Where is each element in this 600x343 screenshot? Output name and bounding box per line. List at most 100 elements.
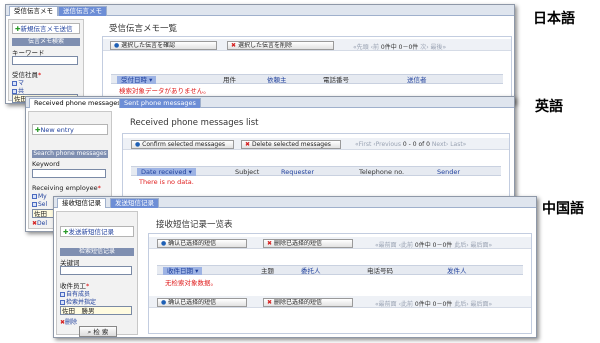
action-toolbar: ● 選択した伝言を確認 ✖ 選択した伝言を削除 «先頭 ‹前 0件中 0－0件 … <box>103 39 511 51</box>
delete-link[interactable]: ✖删除 <box>60 317 77 326</box>
search-header: 伝言メモ検索 <box>12 38 80 46</box>
pager-prev[interactable]: ‹前 <box>371 44 379 51</box>
pagination: «First ‹Previous 0 - 0 of 0 Next› Last» <box>355 141 466 148</box>
pager-info: 0件中 0－0件 <box>414 242 453 249</box>
tab-received[interactable]: 受信伝言メモ <box>9 6 58 16</box>
tab-sent[interactable]: 发送短信记录 <box>110 198 159 208</box>
keyword-input[interactable] <box>32 169 106 178</box>
action-toolbar: ● Confirm selected messages ✖ Delete sel… <box>123 138 509 150</box>
column-phone: 電話番号 <box>323 76 349 84</box>
recv-option-2[interactable]: 检索并指定 <box>60 297 96 306</box>
column-phone: Telephone no. <box>359 168 405 176</box>
pager-info: 0 - 0 of 0 <box>402 141 430 148</box>
pager-next[interactable]: 次› <box>420 44 428 51</box>
tab-bar: 受信伝言メモ 送信伝言メモ <box>6 5 514 16</box>
tab-received[interactable]: Received phone messages <box>29 98 126 108</box>
sidebar: ✚新規伝言メモ送信 伝言メモ検索 キーワード 受信社員* マ 共 佐田 ✖削 <box>8 19 84 103</box>
window-japanese: 受信伝言メモ 送信伝言メモ ✚新規伝言メモ送信 伝言メモ検索 キーワード 受信社… <box>5 4 515 104</box>
column-subject: 用件 <box>223 76 236 84</box>
column-subject: Subject <box>235 168 260 176</box>
confirm-icon: ● <box>135 141 141 148</box>
search-icon: ⌕ <box>87 328 92 336</box>
pager-last[interactable]: Last» <box>450 141 466 148</box>
delete-selected-button-bottom[interactable]: ✖ 删除已选择的短信 <box>263 298 353 307</box>
page-title: 受信伝言メモ一覧 <box>109 24 178 34</box>
column-subject: 主题 <box>261 267 274 275</box>
keyword-label: Keyword <box>32 160 60 168</box>
tab-sent[interactable]: 送信伝言メモ <box>58 6 107 16</box>
pagination-bottom: «最前面 ‹此前 0件中 0－0件 此后› 最后面» <box>375 299 492 308</box>
sort-down-icon: ▾ <box>188 168 192 176</box>
column-date[interactable]: 受付日時 ▾ <box>117 76 157 84</box>
sort-down-icon: ▾ <box>195 267 199 275</box>
pager-last[interactable]: 最後» <box>431 44 447 51</box>
column-phone: 电话号码 <box>367 267 393 275</box>
new-entry-button[interactable]: ✚New entry <box>32 124 108 135</box>
tab-sent[interactable]: Sent phone messages <box>119 98 201 108</box>
window-chinese: 接收短信记录 发送短信记录 ✚发送新短信记录 检索短信记录 关键词 收件员工* … <box>53 196 537 338</box>
confirm-icon: ● <box>161 299 167 306</box>
japanese-label: 日本語 <box>533 11 575 27</box>
pager-first[interactable]: «最前面 <box>375 242 397 249</box>
delete-icon: ✖ <box>245 141 251 148</box>
delete-icon: ✖ <box>267 240 273 247</box>
selected-employee[interactable]: 佐田 勝男 <box>60 306 132 315</box>
page-title: 接收短信记录一览表 <box>156 220 233 230</box>
delete-selected-button[interactable]: ✖ 選択した伝言を削除 <box>227 41 334 50</box>
list-panel: ● 選択した伝言を確認 ✖ 選択した伝言を削除 «先頭 ‹前 0件中 0－0件 … <box>102 36 512 102</box>
recv-option-2[interactable]: Sel <box>32 201 47 208</box>
pager-prev[interactable]: ‹此前 <box>399 242 413 249</box>
tab-bar: Received phone messages Sent phone messa… <box>26 97 514 108</box>
delete-icon: ✖ <box>267 299 273 306</box>
delete-selected-button[interactable]: ✖ Delete selected messages <box>241 140 341 149</box>
confirm-selected-button[interactable]: ● Confirm selected messages <box>131 140 234 149</box>
new-message-button[interactable]: ✚新規伝言メモ送信 <box>12 23 80 34</box>
list-panel: ● 确认已选择的短信 ✖ 删除已选择的短信 «最前面 ‹此前 0件中 0－0件 … <box>148 233 532 334</box>
keyword-input[interactable] <box>60 266 132 275</box>
column-requester[interactable]: 委托人 <box>301 267 321 275</box>
pager-next[interactable]: 此后› <box>454 242 468 249</box>
pager-first[interactable]: «First <box>355 141 371 148</box>
delete-link[interactable]: ✖Del <box>32 220 47 227</box>
table-header: 受付日時 ▾ 用件 依頼主 電話番号 送信者 <box>111 74 503 84</box>
column-requester[interactable]: Requester <box>281 168 314 176</box>
confirm-selected-button-bottom[interactable]: ● 确认已选择的短信 <box>157 298 247 307</box>
delete-icon: ✖ <box>231 42 237 49</box>
sidebar: ✚发送新短信记录 检索短信记录 关键词 收件员工* 自有成员 检索并指定 佐田 … <box>56 211 138 337</box>
keyword-input[interactable] <box>12 56 78 65</box>
confirm-selected-button[interactable]: ● 确认已选择的短信 <box>157 239 247 248</box>
pager-next[interactable]: 此后› <box>454 301 468 308</box>
search-button[interactable]: ⌕ 检 索 <box>79 326 117 337</box>
recv-option-1[interactable]: My <box>32 193 47 200</box>
bottom-action-toolbar: ● 确认已选择的短信 ✖ 删除已选择的短信 «最前面 ‹此前 0件中 0－0件 … <box>149 296 531 308</box>
column-sender[interactable]: Sender <box>437 168 460 176</box>
delete-selected-button[interactable]: ✖ 删除已选择的短信 <box>263 239 353 248</box>
no-data-message: There is no data. <box>139 178 194 186</box>
table-header: 收件日期 ▾ 主题 委托人 电话号码 发件人 <box>157 265 523 275</box>
pagination: «最前面 ‹此前 0件中 0－0件 此后› 最后面» <box>375 240 492 249</box>
tab-bar: 接收短信记录 发送短信记录 <box>54 197 536 208</box>
column-date[interactable]: Date received ▾ <box>137 168 196 176</box>
column-sender[interactable]: 发件人 <box>447 267 467 275</box>
pager-prev[interactable]: ‹Previous <box>373 141 401 148</box>
pager-last[interactable]: 最后面» <box>471 242 493 249</box>
column-date[interactable]: 收件日期 ▾ <box>163 267 203 275</box>
pager-info: 0件中 0－0件 <box>380 44 419 51</box>
pager-next[interactable]: Next› <box>432 141 448 148</box>
pager-last[interactable]: 最后面» <box>471 301 493 308</box>
table-header: Date received ▾ Subject Requester Teleph… <box>131 166 501 176</box>
pager-first[interactable]: «先頭 <box>353 44 369 51</box>
pager-prev[interactable]: ‹此前 <box>399 301 413 308</box>
pager-info: 0件中 0－0件 <box>414 301 453 308</box>
english-label: 英語 <box>535 99 563 115</box>
tab-received[interactable]: 接收短信记录 <box>57 198 106 208</box>
column-sender[interactable]: 送信者 <box>407 76 427 84</box>
receiver-label: Receiving employee* <box>32 184 101 192</box>
no-data-message: 検索対象データがありません。 <box>119 87 210 95</box>
chinese-label: 中国語 <box>542 201 584 217</box>
new-record-button[interactable]: ✚发送新短信记录 <box>60 226 134 237</box>
sort-down-icon: ▾ <box>149 76 153 84</box>
confirm-selected-button[interactable]: ● 選択した伝言を確認 <box>110 41 217 50</box>
pager-first[interactable]: «最前面 <box>375 301 397 308</box>
column-requester[interactable]: 依頼主 <box>267 76 287 84</box>
